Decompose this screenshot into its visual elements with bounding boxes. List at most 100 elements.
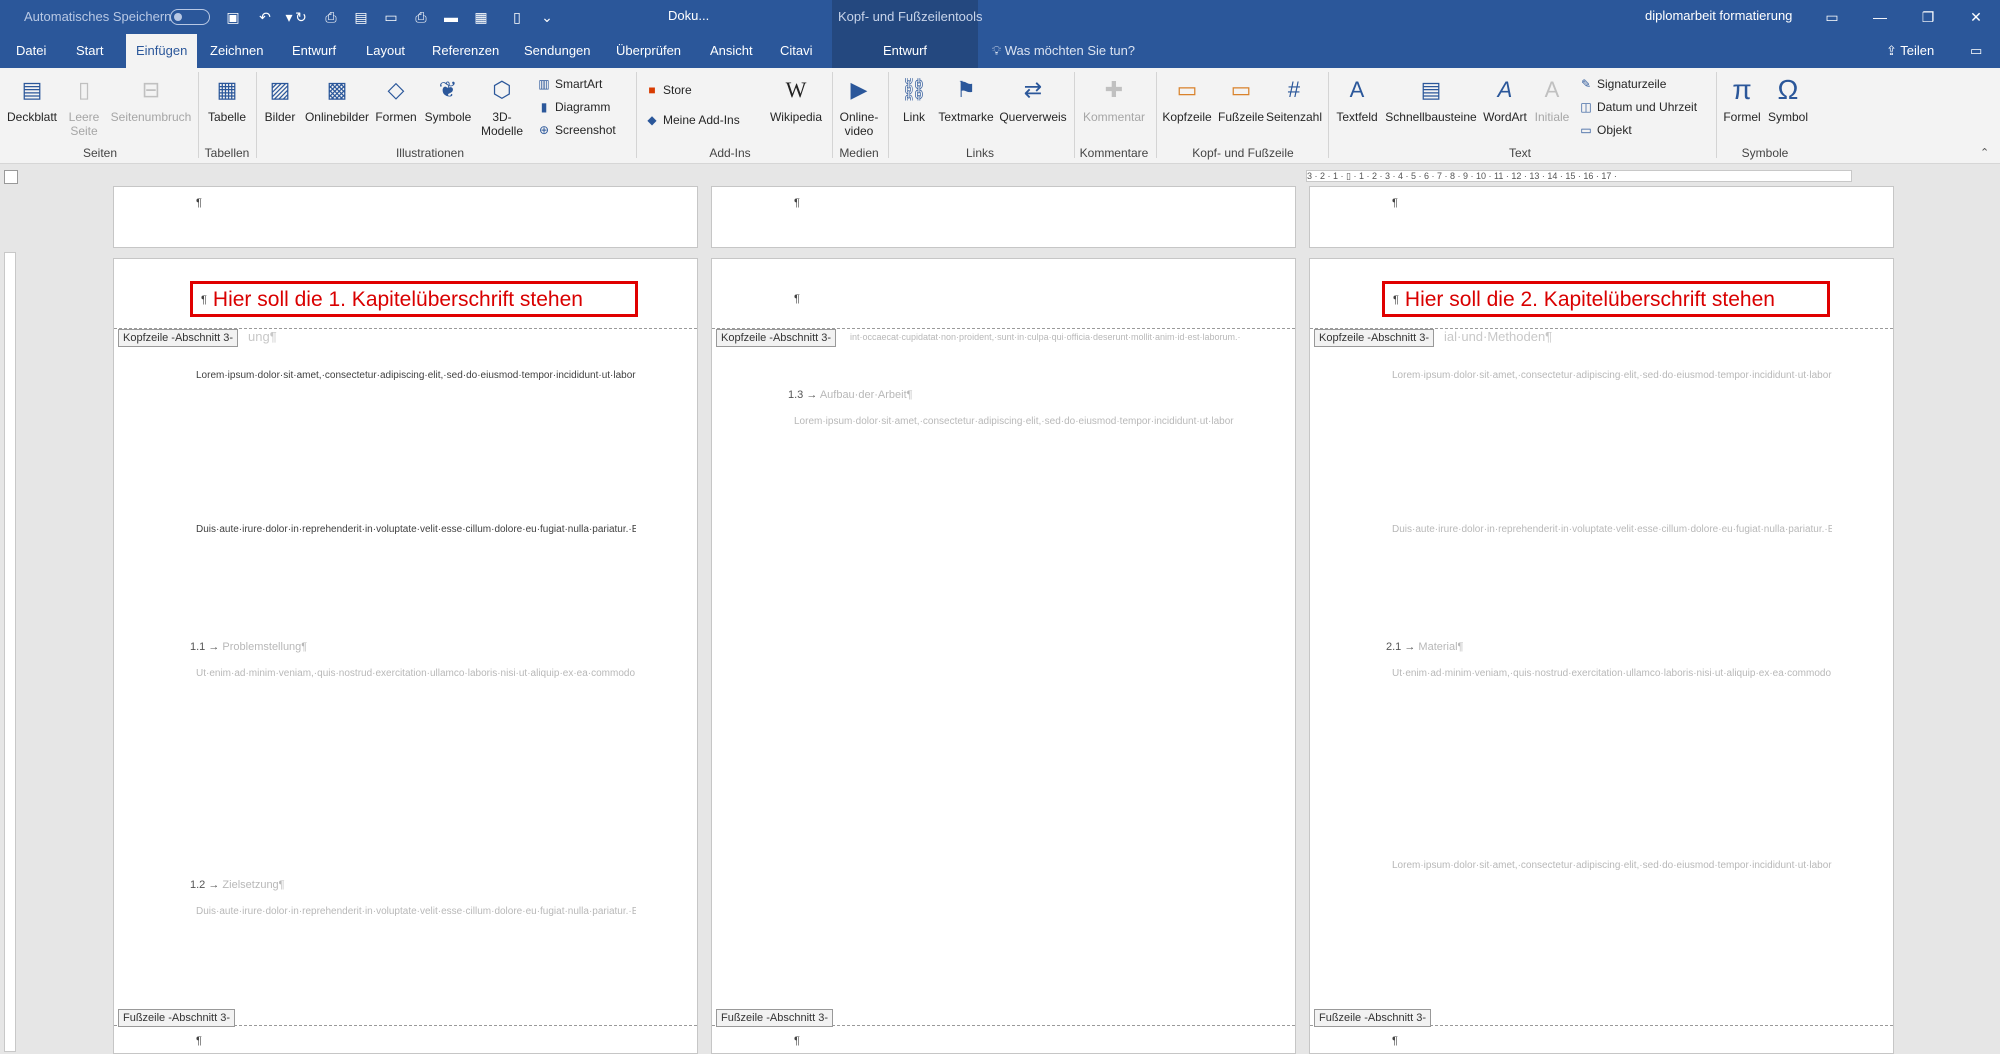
share-button[interactable]: ⇪ Teilen <box>1886 43 1934 59</box>
heading-1-1[interactable]: 1.1 → Problemstellung¶ <box>190 641 307 653</box>
formen-button[interactable]: ◇ Formen <box>374 74 418 124</box>
symbol-button[interactable]: Ω Symbol <box>1764 74 1812 124</box>
kopfzeile-button[interactable]: ▭ Kopfzeile <box>1158 74 1216 124</box>
heading-1-2[interactable]: 1.2 → Zielsetzung¶ <box>190 879 285 891</box>
new-document-icon[interactable]: ▯ <box>506 6 528 28</box>
page-1[interactable]: ¶ Hier soll die 1. Kapitelüberschrift ste… <box>113 258 698 1054</box>
cross-reference-icon: ⇄ <box>1023 77 1043 102</box>
group-separator <box>1156 72 1157 158</box>
objekt-button[interactable]: ▭ Objekt <box>1578 120 1631 140</box>
save-icon[interactable]: ▣ <box>222 6 244 28</box>
store-label: Store <box>663 83 692 97</box>
body-paragraph[interactable]: Duis·aute·irure·dolor·in·reprehenderit·i… <box>196 903 636 1007</box>
group-symbole: Symbole <box>1741 146 1789 160</box>
autosave-label: Automatisches Speichern <box>24 9 172 24</box>
window-layout-icon[interactable]: ▬ <box>440 6 462 28</box>
group-separator <box>1716 72 1717 158</box>
bilder-button[interactable]: ▨ Bilder <box>260 74 300 124</box>
page-prev-3[interactable]: ¶ <box>1309 186 1894 248</box>
collapse-ribbon-icon[interactable]: ⌃ <box>1980 146 1989 159</box>
footer-tag: Fußzeile -Abschnitt 3- <box>1314 1009 1431 1027</box>
table-icon[interactable]: ▦ <box>470 6 492 28</box>
body-paragraph[interactable]: Lorem·ipsum·dolor·sit·amet,·consectetur·… <box>1392 367 1832 517</box>
tab-referenzen[interactable]: Referenzen <box>426 34 505 68</box>
tab-entwurf-kopf-fusszeile[interactable]: Entwurf <box>832 34 978 68</box>
print-layout-icon[interactable]: ▤ <box>350 6 372 28</box>
customize-qat-icon[interactable]: ⌄ <box>536 6 558 28</box>
tab-zeichnen[interactable]: Zeichnen <box>204 34 269 68</box>
tab-ueberpruefen[interactable]: Überprüfen <box>610 34 687 68</box>
page-2[interactable]: ¶ Kopfzeile -Abschnitt 3- int·occaecat·c… <box>711 258 1296 1054</box>
tell-me-search[interactable]: 💡︎ Was möchten Sie tun? <box>992 43 1135 59</box>
heading-1-3[interactable]: 1.3 → Aufbau·der·Arbeit¶ <box>788 389 913 401</box>
formel-button[interactable]: π Formel <box>1720 74 1764 124</box>
tab-start[interactable]: Start <box>70 34 109 68</box>
diagramm-button[interactable]: ▮ Diagramm <box>536 97 611 117</box>
body-paragraph[interactable]: Lorem·ipsum·dolor·sit·amet,·consectetur·… <box>1392 857 1832 1007</box>
print-preview-icon[interactable]: ⎙ <box>320 6 342 28</box>
heading-2-1[interactable]: 2.1 → Material¶ <box>1386 641 1463 653</box>
kommentar-button[interactable]: ✚ Kommentar <box>1078 74 1150 124</box>
store-button[interactable]: ■ Store <box>644 80 692 100</box>
screenshot-button[interactable]: ⊕ Screenshot <box>536 120 616 140</box>
open-folder-icon[interactable]: ▭ <box>380 6 402 28</box>
signaturzeile-button[interactable]: ✎ Signaturzeile <box>1578 74 1666 94</box>
quick-print-icon[interactable]: ⎙ <box>410 6 432 28</box>
seitenzahl-button[interactable]: # Seitenzahl <box>1264 74 1324 124</box>
body-paragraph[interactable]: Lorem·ipsum·dolor·sit·amet,·consectetur·… <box>794 413 1234 563</box>
body-paragraph[interactable]: Ut·enim·ad·minim·veniam,·quis·nostrud·ex… <box>1392 665 1832 853</box>
seitenumbruch-button[interactable]: ⊟ Seitenumbruch <box>106 74 196 124</box>
smartart-icon: ▥ <box>538 77 550 91</box>
vertical-ruler[interactable] <box>4 252 16 1052</box>
body-paragraph[interactable]: Duis·aute·irure·dolor·in·reprehenderit·i… <box>196 521 636 615</box>
tab-einfuegen[interactable]: Einfügen <box>126 34 198 68</box>
tab-citavi[interactable]: Citavi <box>774 34 819 68</box>
textmarke-button[interactable]: ⚑ Textmarke <box>936 74 996 124</box>
tab-layout[interactable]: Layout <box>360 34 411 68</box>
datum-uhrzeit-button[interactable]: ◫ Datum und Uhrzeit <box>1578 97 1697 117</box>
querverweis-button[interactable]: ⇄ Querverweis <box>998 74 1068 124</box>
heading-number: 1.3 → <box>788 389 818 401</box>
page-3[interactable]: ¶ Hier soll die 2. Kapitelüberschrift ste… <box>1309 258 1894 1054</box>
ribbon-display-icon[interactable]: ▭ <box>1816 4 1848 30</box>
body-paragraph[interactable]: Duis·aute·irure·dolor·in·reprehenderit·i… <box>1392 521 1832 615</box>
tab-ansicht[interactable]: Ansicht <box>704 34 759 68</box>
body-paragraph[interactable]: Ut·enim·ad·minim·veniam,·quis·nostrud·ex… <box>196 665 636 853</box>
tabelle-button[interactable]: ▦ Tabelle <box>202 74 252 124</box>
comments-icon[interactable]: ▭ <box>1970 43 1982 59</box>
heading-number: 1.1 → <box>190 641 220 653</box>
onlinebilder-button[interactable]: ▩ Onlinebilder <box>302 74 372 124</box>
header-heading-2[interactable]: ¶ Hier soll die 2. Kapitelüberschrift ste… <box>1382 281 1830 317</box>
fusszeile-button[interactable]: ▭ Fußzeile <box>1216 74 1266 124</box>
initiale-button[interactable]: A Initiale <box>1530 74 1574 124</box>
close-icon[interactable]: ✕ <box>1960 4 1992 30</box>
leere-seite-button[interactable]: ▯ Leere Seite <box>64 74 104 138</box>
restore-icon[interactable]: ❐ <box>1912 4 1944 30</box>
redo-icon[interactable]: ↻ <box>290 6 312 28</box>
tab-sendungen[interactable]: Sendungen <box>518 34 597 68</box>
tab-datei[interactable]: Datei <box>10 34 52 68</box>
symbole-button[interactable]: ❦ Symbole <box>422 74 474 124</box>
undo-icon[interactable]: ↶ <box>254 6 276 28</box>
meine-addins-button[interactable]: ◆ Meine Add-Ins <box>644 110 739 130</box>
tab-selector[interactable] <box>4 170 18 184</box>
body-paragraph[interactable]: Lorem·ipsum·dolor·sit·amet,·consectetur·… <box>196 367 636 517</box>
page-prev-1[interactable]: ¶ <box>113 186 698 248</box>
textfeld-button[interactable]: A Textfeld <box>1332 74 1382 124</box>
header-heading-1[interactable]: ¶ Hier soll die 1. Kapitelüberschrift ste… <box>190 281 638 317</box>
body-paragraph[interactable]: int·occaecat·cupidatat·non·proident,·sun… <box>850 329 1240 365</box>
onlinevideo-button[interactable]: ▶ Online-video <box>834 74 884 138</box>
wikipedia-button[interactable]: W Wikipedia <box>766 74 826 124</box>
wordart-button[interactable]: A WordArt <box>1480 74 1530 124</box>
horizontal-ruler[interactable]: 3 · 2 · 1 · ▯ · 1 · 2 · 3 · 4 · 5 · 6 · … <box>1306 170 1852 182</box>
schnellbausteine-button[interactable]: ▤ Schnellbausteine <box>1384 74 1478 124</box>
tab-entwurf[interactable]: Entwurf <box>286 34 342 68</box>
page-prev-2[interactable]: ¶ <box>711 186 1296 248</box>
deckblatt-button[interactable]: ▤ Deckblatt <box>4 74 60 124</box>
smartart-button[interactable]: ▥ SmartArt <box>536 74 602 94</box>
link-button[interactable]: ⛓ Link <box>894 74 934 124</box>
3d-modelle-button[interactable]: ⬡ 3D-Modelle <box>476 74 528 138</box>
pilcrow: ¶ <box>201 293 207 306</box>
minimize-icon[interactable]: — <box>1864 4 1896 30</box>
autosave-toggle[interactable] <box>170 9 210 25</box>
